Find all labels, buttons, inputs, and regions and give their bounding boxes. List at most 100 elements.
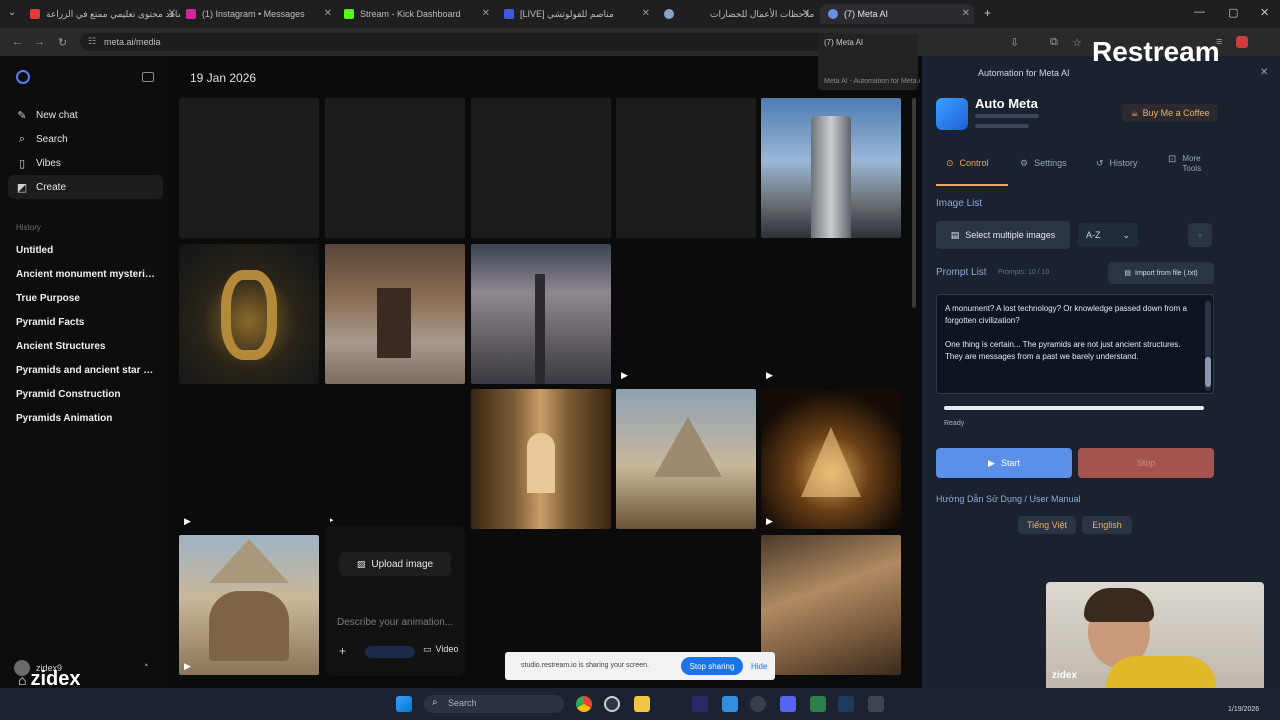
add-icon[interactable]: + <box>339 644 346 658</box>
steam-icon[interactable] <box>838 696 854 712</box>
tab-meta-ai[interactable]: (7) Meta AI ✕ <box>820 4 974 24</box>
stop-sharing-button[interactable]: Stop sharing <box>681 657 743 675</box>
site-icon <box>504 9 514 19</box>
windows-start-icon[interactable] <box>396 696 412 712</box>
sort-select[interactable]: A-Z ⌄ <box>1078 223 1138 247</box>
profile-avatar[interactable] <box>1236 36 1248 48</box>
download-icon[interactable]: ⇩ <box>1010 36 1019 49</box>
doorway-shape <box>377 288 411 358</box>
history-item[interactable]: Pyramid Facts <box>16 317 156 328</box>
media-tile-tower[interactable] <box>761 98 901 238</box>
lang-en-button[interactable]: English <box>1082 516 1132 534</box>
sidebar-item-new-chat[interactable]: ✎ New chat <box>16 109 77 122</box>
tab-5[interactable] <box>664 4 688 24</box>
prompt-scrollbar[interactable] <box>1205 301 1211 391</box>
close-window-icon[interactable]: ✕ <box>1260 6 1269 19</box>
media-tile-sphinx[interactable] <box>179 535 319 675</box>
extensions-icon[interactable]: ⧉ <box>1050 36 1058 49</box>
site-info-icon[interactable]: ☷ <box>88 36 96 47</box>
animation-prompt-input[interactable]: Describe your animation... <box>337 617 453 628</box>
buy-coffee-button[interactable]: ☕ Buy Me a Coffee <box>1122 104 1218 122</box>
tab-6[interactable]: ملاحظات الأعمال للحضارات ✕ <box>700 4 814 24</box>
file-explorer-icon[interactable] <box>634 696 650 712</box>
media-tile-canyon[interactable] <box>761 535 901 675</box>
back-icon[interactable]: ← <box>12 36 23 48</box>
dropdown-item[interactable]: Meta AI - Automation for Meta AI <box>824 78 920 85</box>
start-button[interactable]: ▶ Start <box>936 448 1072 478</box>
tab-more-tools[interactable]: ⊡ More Tools <box>1168 154 1228 174</box>
gallery-scrollbar[interactable] <box>912 98 916 308</box>
tab-control[interactable]: ⊙ Control <box>946 158 989 169</box>
media-tile-corridor[interactable] <box>471 389 611 529</box>
hide-share-link[interactable]: Hide <box>751 662 767 671</box>
tab-2[interactable]: (1) Instagram • Messages ✕ <box>186 4 336 24</box>
history-item[interactable]: True Purpose <box>16 293 156 304</box>
video-mode-button[interactable]: ▭ Video <box>423 644 458 655</box>
discord-icon[interactable] <box>780 696 796 712</box>
url-field[interactable]: ☷ meta.ai/media <box>80 33 840 51</box>
app-icon[interactable] <box>604 696 620 712</box>
obs-icon[interactable] <box>750 696 766 712</box>
media-tile[interactable] <box>616 244 756 384</box>
sidebar-item-create[interactable]: ◩ Create <box>16 181 66 194</box>
history-item[interactable]: Ancient Structures <box>16 341 156 352</box>
prompt-count: Prompts: 10 / 10 <box>998 269 1050 276</box>
close-panel-icon[interactable]: ✕ <box>1260 67 1268 78</box>
upload-image-button[interactable]: ▨ Upload image <box>339 552 451 576</box>
tab-history[interactable]: ↺ History <box>1096 158 1138 169</box>
app-green-icon[interactable] <box>810 696 826 712</box>
history-item[interactable]: Pyramid Construction <box>16 389 156 400</box>
collapse-sidebar-icon[interactable] <box>142 72 154 82</box>
media-tile-golden-ring[interactable] <box>179 244 319 384</box>
tab-settings[interactable]: ⚙ Settings <box>1020 158 1067 169</box>
search-icon: ⌕ <box>18 132 26 145</box>
close-tab-icon[interactable]: ✕ <box>642 8 650 19</box>
obelisk-shape <box>535 274 545 384</box>
forward-icon[interactable]: → <box>34 36 45 48</box>
tab-3[interactable]: Stream - Kick Dashboard ✕ <box>344 4 494 24</box>
media-tile-temple-facade[interactable] <box>325 244 465 384</box>
select-images-button[interactable]: ▤ Select multiple images <box>936 221 1070 249</box>
chrome-icon[interactable] <box>576 696 592 712</box>
media-tile[interactable] <box>179 98 319 238</box>
stop-button[interactable]: Stop <box>1078 448 1214 478</box>
history-item[interactable]: Pyramids and ancient star co... <box>16 365 156 376</box>
close-tab-icon[interactable]: ✕ <box>324 8 332 19</box>
tab-search-icon[interactable]: ⌄ <box>8 7 16 18</box>
play-icon: ▶ <box>988 457 995 468</box>
dropdown-item[interactable]: (7) Meta AI <box>824 38 863 47</box>
close-tab-icon[interactable]: ✕ <box>482 8 490 19</box>
media-tile-glowing-pyramid[interactable] <box>761 389 901 529</box>
sidebar-item-search[interactable]: ⌕ Search <box>16 133 68 145</box>
after-effects-icon[interactable] <box>692 696 708 712</box>
media-tile[interactable] <box>616 98 756 238</box>
media-tile-obelisk-clouds[interactable] <box>471 244 611 384</box>
sidebar-item-vibes[interactable]: ▯ Vibes <box>16 157 61 170</box>
new-tab-icon[interactable]: + <box>984 6 991 20</box>
history-item[interactable]: Ancient monument mysteries <box>16 269 156 280</box>
meta-ai-logo-icon[interactable] <box>16 70 30 84</box>
notification-bell-icon[interactable]: ◔ <box>142 660 149 672</box>
minimize-icon[interactable]: — <box>1194 6 1205 18</box>
model-chip[interactable] <box>365 646 415 658</box>
lang-vi-button[interactable]: Tiếng Việt <box>1018 516 1076 534</box>
maximize-icon[interactable]: ▢ <box>1228 6 1238 19</box>
close-tab-icon[interactable]: ✕ <box>168 8 176 19</box>
app-dark-icon[interactable] <box>868 696 884 712</box>
media-tile[interactable] <box>471 98 611 238</box>
reload-icon[interactable]: ↻ <box>58 36 67 49</box>
close-tab-icon[interactable]: ✕ <box>962 8 970 19</box>
taskbar-search[interactable]: ⌕ Search <box>424 695 564 713</box>
bookmark-star-icon[interactable]: ☆ <box>1072 36 1082 49</box>
clear-images-button[interactable]: ▫ <box>1188 223 1212 247</box>
vscode-icon[interactable] <box>722 696 738 712</box>
close-tab-icon[interactable]: ✕ <box>802 8 810 19</box>
media-tile[interactable] <box>325 98 465 238</box>
history-item[interactable]: Pyramids Animation <box>16 413 156 424</box>
media-tile-pyramid-view[interactable] <box>616 389 756 529</box>
import-file-button[interactable]: ▤ Import from file (.txt) <box>1108 262 1214 284</box>
history-item[interactable]: Untitled <box>16 245 156 256</box>
prompt-textarea[interactable]: A monument? A lost technology? Or knowle… <box>936 294 1214 394</box>
tab-4[interactable]: [LIVE] مناصم للفولوتشي ✕ <box>504 4 654 24</box>
tab-1[interactable]: شاهد محتوى تعليمي ممتع في الزراعة ✕ <box>30 4 180 24</box>
